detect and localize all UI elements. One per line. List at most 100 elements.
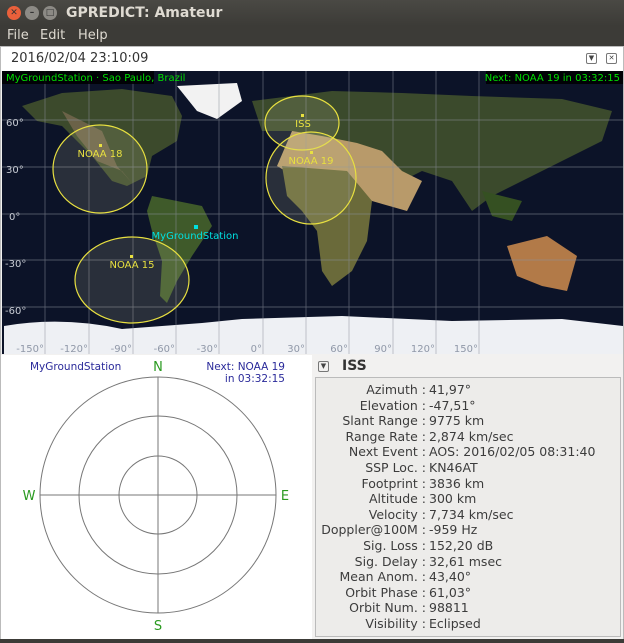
info-value: 98811 xyxy=(429,600,469,616)
lat-label: 0° xyxy=(9,212,20,223)
west-label: W xyxy=(23,489,36,504)
info-value: Eclipsed xyxy=(429,616,481,631)
module-view: 2016/02/04 23:10:09 ▼ ✕ 60° 30° 0° -30° … xyxy=(0,46,624,639)
north-label: N xyxy=(153,360,163,375)
south-label: S xyxy=(154,619,162,634)
info-key: Sig. Delay : xyxy=(354,553,426,569)
polar-station-label: MyGroundStation xyxy=(30,361,121,373)
info-key: Sig. Loss : xyxy=(363,538,426,553)
lon-label: 60° xyxy=(330,344,348,354)
info-value: 2,874 km/sec xyxy=(429,428,514,444)
info-value: KN46AT xyxy=(429,460,478,475)
lon-label: 90° xyxy=(374,344,392,354)
lon-label: 30° xyxy=(287,344,305,354)
info-key: Range Rate : xyxy=(345,428,426,444)
window-title: GPREDICT: Amateur xyxy=(66,5,223,21)
east-label: E xyxy=(281,489,289,504)
info-key: Next Event : xyxy=(348,444,426,460)
info-value: 7,734 km/sec xyxy=(429,506,514,522)
info-value: 43,40° xyxy=(429,569,472,585)
info-key: Orbit Phase : xyxy=(345,584,426,600)
info-key: SSP Loc. : xyxy=(365,460,426,475)
satellite-info-panel: ▼ ISS Azimuth : 41,97° Elevation : -47,51°… xyxy=(312,355,623,639)
info-key: Footprint : xyxy=(361,475,427,491)
polar-view: N S W E MyGroundStation Next: NOAA 19 in… xyxy=(1,355,312,639)
info-value: -959 Hz xyxy=(429,522,478,538)
lat-label: 30° xyxy=(6,165,24,176)
info-value: 32,61 msec xyxy=(429,553,503,569)
module-close-button[interactable]: ✕ xyxy=(606,53,617,64)
info-row: Altitude :300 km xyxy=(316,491,616,507)
info-row: Visibility : Eclipsed xyxy=(316,616,616,632)
info-value: 61,03° xyxy=(429,584,472,600)
info-row: Orbit Num. :98811 xyxy=(316,600,616,616)
info-key: Azimuth : xyxy=(366,382,426,397)
info-row: Range Rate :2,874 km/sec xyxy=(316,429,616,445)
lat-label: -30° xyxy=(5,259,26,270)
lon-label: -30° xyxy=(197,344,218,354)
sat-marker[interactable] xyxy=(130,255,133,258)
info-row: SSP Loc. : KN46AT xyxy=(316,460,616,476)
info-key: Slant Range : xyxy=(342,413,426,429)
menu-edit[interactable]: Edit xyxy=(40,28,65,43)
info-key: Visibility : xyxy=(365,616,426,631)
ground-station-label: MyGroundStation xyxy=(152,231,239,242)
sat-label-iss[interactable]: ISS xyxy=(295,119,311,130)
polar-next-event: Next: NOAA 19 xyxy=(206,361,285,373)
info-sat-title: ISS xyxy=(342,358,367,374)
next-event-label: Next: NOAA 19 in 03:32:15 xyxy=(485,73,620,84)
sat-marker[interactable] xyxy=(310,151,313,154)
info-options-button[interactable]: ▼ xyxy=(318,361,329,372)
ground-station-marker[interactable] xyxy=(194,225,198,229)
menu-bar: File Edit Help xyxy=(0,26,624,46)
footprint-noaa-15 xyxy=(74,236,190,324)
menu-help[interactable]: Help xyxy=(78,28,108,43)
info-value: -47,51° xyxy=(429,397,476,413)
info-key: Mean Anom. : xyxy=(339,569,427,585)
sat-marker[interactable] xyxy=(99,144,102,147)
info-row: Sig. Loss :152,20 dB xyxy=(316,538,616,554)
lat-label: -60° xyxy=(5,306,26,317)
datetime-label: 2016/02/04 23:10:09 xyxy=(11,51,149,66)
sat-marker[interactable] xyxy=(301,114,304,117)
info-value: 41,97° xyxy=(429,382,472,397)
info-row: Doppler@100M : -959 Hz xyxy=(316,522,616,538)
info-key: Velocity : xyxy=(368,506,426,522)
info-key: Elevation : xyxy=(359,397,426,413)
info-row: Next Event : AOS: 2016/02/05 08:31:40 xyxy=(316,444,616,460)
sat-label-noaa-19[interactable]: NOAA 19 xyxy=(288,156,333,167)
close-window-button[interactable]: ✕ xyxy=(7,6,21,20)
info-row: Velocity :7,734 km/sec xyxy=(316,507,616,523)
lon-label: 150° xyxy=(454,344,478,354)
sat-label-noaa-18[interactable]: NOAA 18 xyxy=(77,149,122,160)
info-row: Azimuth : 41,97° xyxy=(316,382,616,398)
sat-label-noaa-15[interactable]: NOAA 15 xyxy=(109,260,154,271)
info-value: AOS: 2016/02/05 08:31:40 xyxy=(429,444,596,460)
lon-label: -60° xyxy=(154,344,175,354)
info-value: 3836 km xyxy=(429,475,485,491)
module-header: 2016/02/04 23:10:09 ▼ ✕ xyxy=(1,47,623,71)
lon-label: 0° xyxy=(251,344,262,354)
info-key: Doppler@100M : xyxy=(321,522,426,538)
polar-next-time: in 03:32:15 xyxy=(225,373,285,385)
lon-label: 120° xyxy=(411,344,435,354)
lat-label: 60° xyxy=(6,118,24,129)
lon-label: -90° xyxy=(111,344,132,354)
footprint-noaa-18 xyxy=(52,124,148,214)
info-key: Orbit Num. : xyxy=(349,600,426,616)
info-row: Elevation : -47,51° xyxy=(316,398,616,414)
module-options-button[interactable]: ▼ xyxy=(586,53,597,64)
info-row: Slant Range :9775 km xyxy=(316,413,616,429)
info-value: 152,20 dB xyxy=(429,538,494,553)
menu-file[interactable]: File xyxy=(7,28,29,43)
lon-label: -150° xyxy=(16,344,44,354)
maximize-window-button[interactable]: □ xyxy=(43,6,57,20)
footprint-noaa-19 xyxy=(265,131,357,225)
world-map[interactable]: 60° 30° 0° -30° -60° -150° -120° -90° -60° -… xyxy=(2,71,623,354)
info-table: Azimuth : 41,97° Elevation : -47,51° Slant … xyxy=(315,377,621,637)
info-value: 9775 km xyxy=(429,413,485,429)
minimize-window-button[interactable]: – xyxy=(25,6,39,20)
info-key: Altitude : xyxy=(368,491,426,507)
lon-label: -120° xyxy=(60,344,88,354)
info-row: Orbit Phase :61,03° xyxy=(316,585,616,601)
